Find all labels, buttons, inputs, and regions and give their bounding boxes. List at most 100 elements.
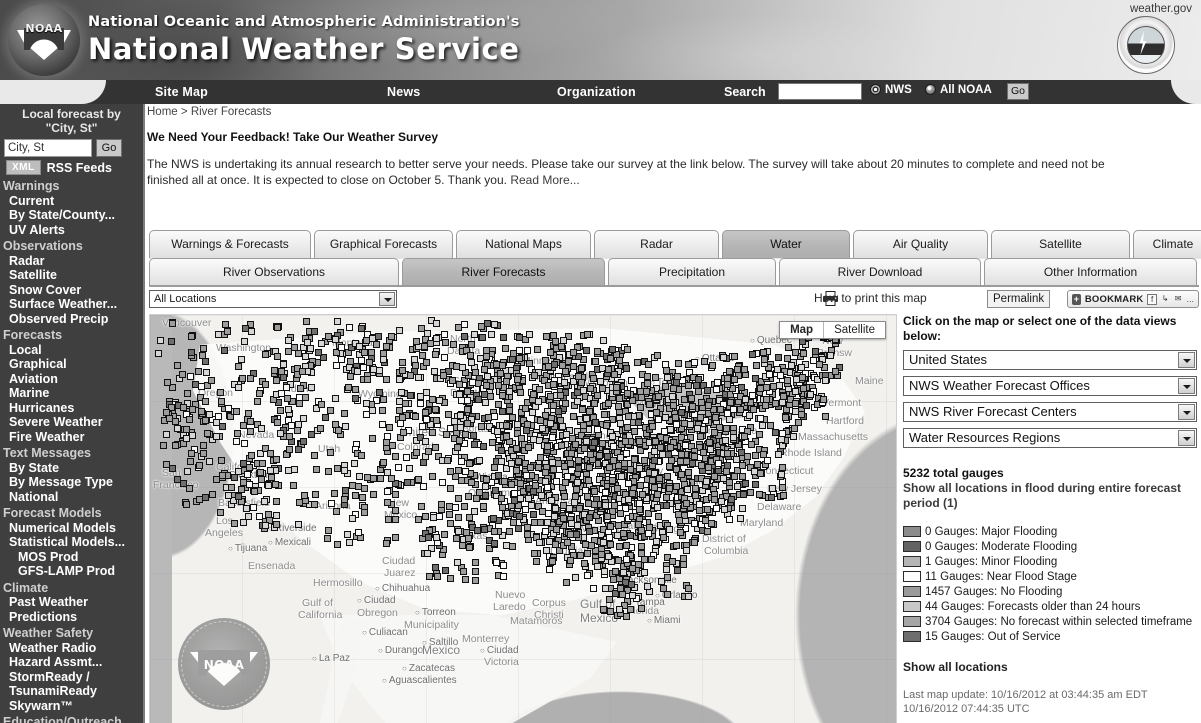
gauge-marker[interactable] <box>294 446 302 454</box>
gauge-marker[interactable] <box>563 431 571 438</box>
gauge-marker[interactable] <box>590 399 598 407</box>
tab-precipitation[interactable]: Precipitation <box>608 258 776 286</box>
gauge-marker[interactable] <box>463 419 471 427</box>
gauge-marker[interactable] <box>464 397 472 405</box>
gauge-marker[interactable] <box>560 502 568 510</box>
sidebar-item-satellite[interactable]: Satellite <box>0 268 143 283</box>
gauge-marker[interactable] <box>447 485 455 492</box>
gauge-marker[interactable] <box>649 423 657 431</box>
gauge-marker[interactable] <box>748 392 756 400</box>
gauge-marker[interactable] <box>723 450 731 458</box>
gauge-marker[interactable] <box>543 332 550 340</box>
gauge-marker[interactable] <box>737 405 745 413</box>
gauge-marker[interactable] <box>258 460 266 468</box>
gauge-marker[interactable] <box>583 415 591 423</box>
gauge-marker[interactable] <box>712 385 720 393</box>
gauge-marker[interactable] <box>634 561 642 568</box>
gauge-marker[interactable] <box>552 540 560 548</box>
gauge-marker[interactable] <box>590 438 598 446</box>
nav-item-site-map[interactable]: Site Map <box>155 85 208 99</box>
gauge-marker[interactable] <box>544 484 551 492</box>
gauge-marker[interactable] <box>580 560 588 567</box>
gauge-marker[interactable] <box>586 513 594 521</box>
gauge-marker[interactable] <box>284 395 292 403</box>
gauge-marker[interactable] <box>567 519 575 527</box>
gauge-marker[interactable] <box>262 521 270 529</box>
gauge-marker[interactable] <box>636 506 644 514</box>
gauge-marker[interactable] <box>312 490 320 498</box>
gauge-marker[interactable] <box>330 490 338 498</box>
gauge-marker[interactable] <box>698 398 706 406</box>
gauge-marker[interactable] <box>654 351 662 359</box>
sidebar-item-fire-weather[interactable]: Fire Weather <box>0 430 143 445</box>
gauge-marker[interactable] <box>383 438 391 446</box>
gauge-marker[interactable] <box>213 432 220 440</box>
gauge-marker[interactable] <box>711 472 719 480</box>
gauge-marker[interactable] <box>272 480 280 488</box>
gauge-marker[interactable] <box>417 325 425 333</box>
gauge-marker[interactable] <box>600 337 608 345</box>
gauge-marker[interactable] <box>575 373 583 381</box>
gauge-marker[interactable] <box>317 339 325 347</box>
gauge-marker[interactable] <box>299 437 307 445</box>
gauge-marker[interactable] <box>363 411 371 419</box>
gauge-marker[interactable] <box>623 365 631 373</box>
gauge-marker[interactable] <box>691 484 699 492</box>
gauge-marker[interactable] <box>643 388 651 396</box>
gauge-marker[interactable] <box>628 565 636 573</box>
gauge-marker[interactable] <box>722 437 730 445</box>
gauge-marker[interactable] <box>366 359 374 367</box>
gauge-marker[interactable] <box>498 447 506 455</box>
gauge-marker[interactable] <box>168 337 176 345</box>
gauge-marker[interactable] <box>601 489 609 497</box>
gauge-marker[interactable] <box>482 483 490 491</box>
gauge-marker[interactable] <box>186 415 194 423</box>
gauge-marker[interactable] <box>348 514 356 522</box>
gauge-marker[interactable] <box>753 361 761 369</box>
chevron-down-icon[interactable] <box>1178 404 1195 420</box>
gauge-marker[interactable] <box>201 417 209 425</box>
gauge-marker[interactable] <box>610 501 618 509</box>
gauge-marker[interactable] <box>224 327 231 335</box>
gauge-marker[interactable] <box>267 467 275 475</box>
sidebar-item-skywarn[interactable]: Skywarn™ <box>0 699 143 714</box>
gauge-marker[interactable] <box>820 396 828 404</box>
data-view-select-rfc[interactable]: NWS River Forecast Centers <box>903 402 1197 422</box>
gauge-marker[interactable] <box>247 374 255 382</box>
gauge-marker[interactable] <box>756 415 764 423</box>
gauge-marker[interactable] <box>572 485 580 493</box>
gauge-marker[interactable] <box>466 459 474 467</box>
gauge-marker[interactable] <box>426 340 434 348</box>
gauge-marker[interactable] <box>344 531 352 539</box>
gauge-marker[interactable] <box>482 492 490 500</box>
gauge-marker[interactable] <box>586 450 594 458</box>
gauge-marker[interactable] <box>402 400 409 408</box>
gauge-marker[interactable] <box>554 408 562 416</box>
gauge-marker[interactable] <box>661 413 669 421</box>
gauge-marker[interactable] <box>635 500 643 508</box>
gauge-marker[interactable] <box>419 483 427 491</box>
gauge-marker[interactable] <box>514 420 522 428</box>
gauge-marker[interactable] <box>741 433 748 441</box>
gauge-marker[interactable] <box>278 368 286 376</box>
gauge-marker[interactable] <box>456 424 464 432</box>
gauge-marker[interactable] <box>499 407 506 415</box>
tab-river-forecasts[interactable]: River Forecasts <box>402 258 605 286</box>
gauge-marker[interactable] <box>274 323 282 331</box>
gauge-marker[interactable] <box>548 497 556 505</box>
gauge-marker[interactable] <box>607 608 615 616</box>
gauge-marker[interactable] <box>188 333 196 341</box>
data-view-select-water-regions[interactable]: Water Resources Regions <box>903 428 1197 448</box>
gauge-marker[interactable] <box>302 317 310 325</box>
gauge-marker[interactable] <box>497 370 505 378</box>
gauge-marker[interactable] <box>294 427 302 435</box>
gauge-marker[interactable] <box>481 526 489 534</box>
gauge-marker[interactable] <box>445 510 453 518</box>
gauge-marker[interactable] <box>609 443 617 451</box>
gauge-marker[interactable] <box>704 506 712 513</box>
gauge-marker[interactable] <box>603 513 611 521</box>
city-state-input[interactable] <box>4 139 92 157</box>
gauge-marker[interactable] <box>811 348 819 356</box>
gauge-marker[interactable] <box>410 355 418 363</box>
gauge-marker[interactable] <box>733 483 741 491</box>
